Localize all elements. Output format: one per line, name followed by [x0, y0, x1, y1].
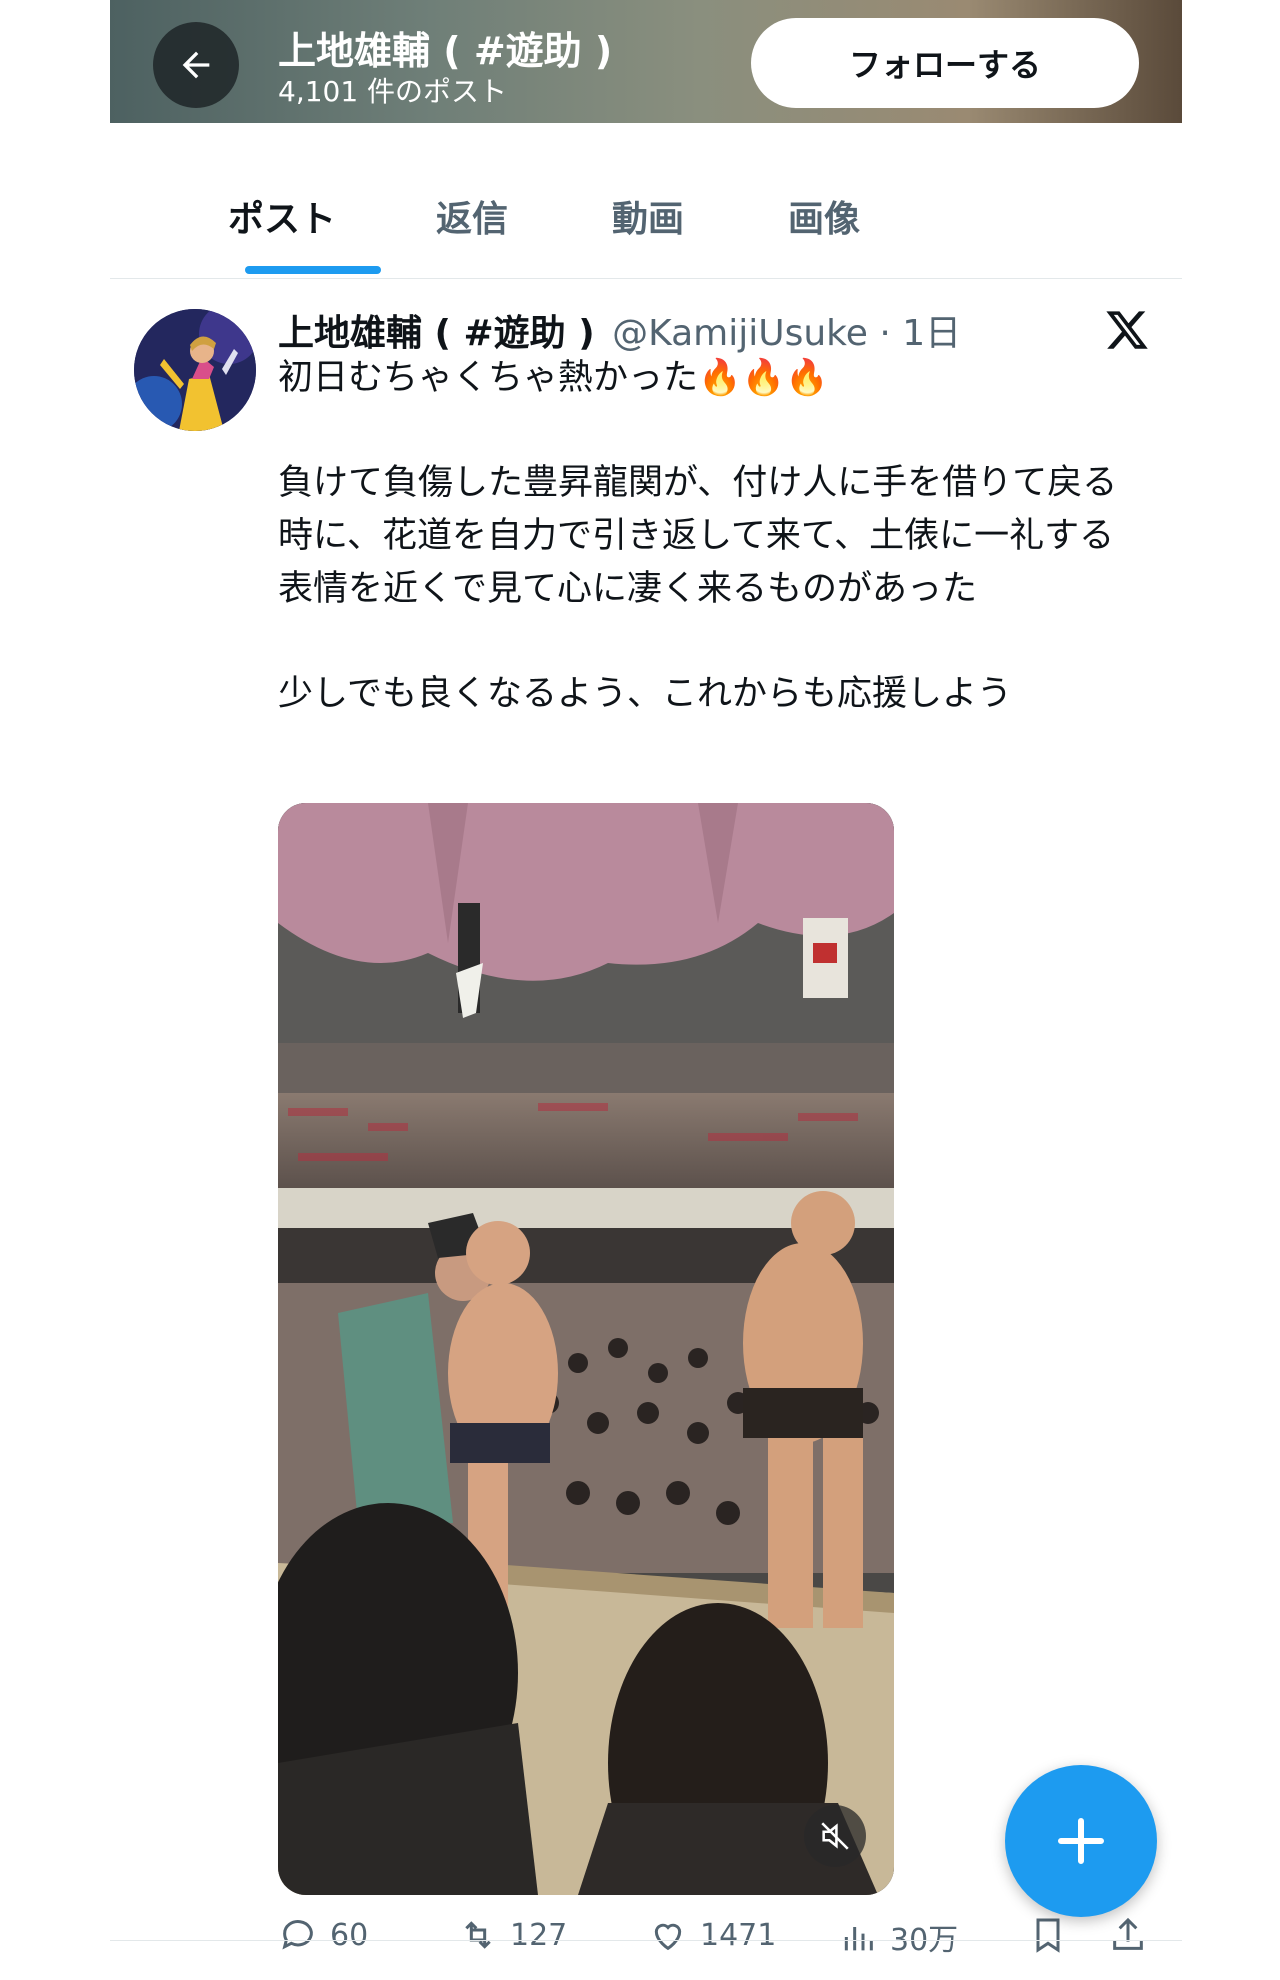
like-count: 1471: [700, 1917, 777, 1953]
share-icon: [1113, 1917, 1143, 1950]
post-line-1: 初日むちゃくちゃ熱かった: [278, 358, 699, 398]
app-frame: 上地雄輔 ( #遊助 ) 4,101 件のポスト フォローする ポスト 返信 動…: [110, 0, 1182, 1980]
views-chart-icon: [844, 1927, 873, 1951]
reply-count: 60: [330, 1917, 369, 1953]
repost-button[interactable]: 127: [458, 1915, 567, 1955]
post-paragraph-3: 少しでも良くなるよう、これからも応援しよう: [278, 674, 1012, 714]
active-tab-indicator: [245, 266, 381, 274]
repost-count: 127: [510, 1917, 568, 1953]
back-button[interactable]: [153, 22, 239, 108]
tab-images[interactable]: 画像: [788, 190, 860, 242]
post-handle-time[interactable]: @KamijiUsuke · 1日: [612, 313, 961, 354]
divider: [110, 1940, 1182, 1941]
avatar[interactable]: [134, 309, 256, 431]
video-frame-sumo-arena: [278, 803, 894, 1895]
fire-emoji-icon: 🔥🔥🔥: [698, 358, 829, 398]
profile-header: 上地雄輔 ( #遊助 ) 4,101 件のポスト フォローする: [110, 0, 1182, 123]
compose-post-button[interactable]: [1005, 1765, 1157, 1917]
reply-button[interactable]: 60: [278, 1915, 368, 1955]
repost-icon: [465, 1921, 491, 1949]
mute-icon: [821, 1822, 849, 1850]
mute-button[interactable]: [804, 1805, 866, 1867]
views-button[interactable]: 30万: [838, 1915, 958, 1959]
tab-videos[interactable]: 動画: [612, 190, 684, 242]
post-video[interactable]: [278, 803, 894, 1895]
views-count: 30万: [890, 1923, 959, 1958]
x-logo-icon: [1106, 311, 1148, 349]
heart-icon: [654, 1923, 682, 1951]
reply-icon: [282, 1920, 313, 1950]
header-title: 上地雄輔 ( #遊助 ): [278, 29, 613, 73]
tab-posts[interactable]: ポスト: [228, 190, 336, 242]
profile-tabs: ポスト 返信 動画 画像: [110, 160, 1182, 279]
tab-replies[interactable]: 返信: [436, 190, 508, 242]
post-display-name[interactable]: 上地雄輔 ( #遊助 ): [278, 313, 595, 354]
bookmark-button[interactable]: [1028, 1915, 1068, 1955]
bookmark-icon: [1036, 1918, 1060, 1953]
follow-button[interactable]: フォローする: [751, 18, 1139, 108]
like-button[interactable]: 1471: [648, 1915, 776, 1955]
avatar-image: [134, 309, 256, 431]
post-paragraph-2: 負けて負傷した豊昇龍関が、付け人に手を借りて戻る時に、花道を自力で引き返して来て…: [278, 463, 1118, 609]
post-header: 上地雄輔 ( #遊助 ) @KamijiUsuke · 1日: [278, 304, 961, 356]
share-button[interactable]: [1108, 1915, 1148, 1955]
post-body: 初日むちゃくちゃ熱かった🔥🔥🔥 負けて負傷した豊昇龍関が、付け人に手を借りて戻る…: [278, 352, 1148, 721]
post-count: 4,101 件のポスト: [278, 75, 508, 108]
arrow-left-icon: [182, 51, 210, 79]
post-actions: 60 127 1471 30万: [278, 1915, 1158, 1975]
plus-icon: [1058, 1818, 1104, 1864]
